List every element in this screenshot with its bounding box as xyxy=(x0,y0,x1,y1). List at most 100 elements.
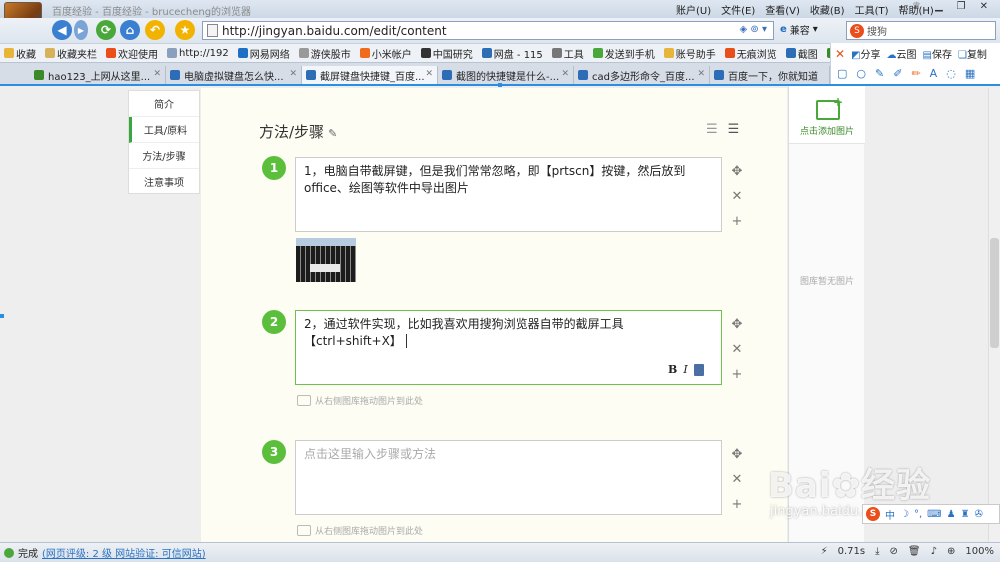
block-icon[interactable]: ⊘ xyxy=(890,546,898,557)
tab[interactable]: hao123_上网从这里... ✕ xyxy=(30,66,166,84)
download-icon[interactable]: ⤓ xyxy=(875,546,879,557)
restore-button[interactable]: ❐ xyxy=(957,1,966,12)
delete-step-icon[interactable]: ✕ xyxy=(732,342,743,357)
favorite-star-button[interactable]: ★ xyxy=(175,20,195,40)
step-text-input[interactable]: 点击这里输入步骤或方法 xyxy=(295,440,722,515)
home-button[interactable]: ⌂ xyxy=(120,20,140,40)
add-step-icon[interactable]: + xyxy=(732,497,743,512)
trash-icon[interactable]: 🗑 xyxy=(908,546,921,557)
bookmark-item[interactable]: 收藏 xyxy=(4,46,36,61)
bookmark-incognito[interactable]: 无痕浏览 xyxy=(724,46,777,61)
nav-tools[interactable]: 工具/原料 xyxy=(129,117,199,143)
marker-icon[interactable]: ✏ xyxy=(911,67,920,80)
bookmark-item[interactable]: 网盘 - 115 xyxy=(481,46,543,61)
keyboard-icon[interactable]: ⌨ xyxy=(927,509,941,520)
move-icon[interactable]: ✥ xyxy=(732,164,743,179)
tab[interactable]: 电脑虚拟键盘怎么快... ✕ xyxy=(166,66,302,84)
share-button[interactable]: ◩分享 xyxy=(851,46,880,61)
menu-file[interactable]: 文件(E) xyxy=(721,2,755,17)
bookmark-item[interactable]: 欢迎使用 xyxy=(106,46,158,61)
compat-mode-button[interactable]: e 兼容 ▾ xyxy=(780,22,818,37)
add-image-button[interactable]: + 点击添加图片 xyxy=(789,86,865,144)
tab-active[interactable]: 截屏键盘快捷键_百度... ✕ xyxy=(302,66,438,84)
bullet-list-icon[interactable]: ☰ xyxy=(728,122,740,137)
refresh-button[interactable]: ⟳ xyxy=(96,20,116,40)
selection-handle[interactable] xyxy=(498,83,502,87)
bookmark-account-helper[interactable]: 账号助手 xyxy=(663,46,716,61)
skin-icon[interactable]: ♕ xyxy=(912,1,921,12)
search-box[interactable]: S 搜狗 xyxy=(846,21,996,40)
bold-button[interactable]: B xyxy=(668,363,677,376)
moon-icon[interactable]: ☽ xyxy=(900,509,909,520)
step-text-input[interactable]: 2，通过软件实现，比如我喜欢用搜狗浏览器自带的截屏工具【ctrl+shift+X… xyxy=(295,310,722,385)
back-button[interactable]: ◀ xyxy=(52,20,72,40)
menu-view[interactable]: 查看(V) xyxy=(765,2,800,17)
undo-close-button[interactable]: ↶ xyxy=(145,20,165,40)
nav-intro[interactable]: 简介 xyxy=(129,91,199,117)
bookmark-item[interactable]: 游侠股市 xyxy=(298,46,351,61)
chinese-mode-icon[interactable]: 中 xyxy=(885,507,895,522)
move-icon[interactable]: ✥ xyxy=(732,447,743,462)
bookmark-screenshot[interactable]: 截图 xyxy=(785,46,818,61)
sogou-ime-icon[interactable]: S xyxy=(866,507,880,521)
edit-pen-icon[interactable]: ✎ xyxy=(328,127,337,140)
step-text-input[interactable]: 1，电脑自带截屏键，但是我们常常忽略，即【prtscn】按键，然后放到offic… xyxy=(295,157,722,232)
forward-button[interactable]: ▶ xyxy=(74,20,88,40)
menu-tools[interactable]: 工具(T) xyxy=(855,2,889,17)
address-bar[interactable]: http://jingyan.baidu.com/edit/content ◈ … xyxy=(202,21,774,40)
tab[interactable]: 百度一下，你就知道 xyxy=(710,66,830,84)
rectangle-icon[interactable]: ▢ xyxy=(837,67,847,80)
bookmark-tools[interactable]: 工具 xyxy=(551,46,584,61)
selection-handle[interactable] xyxy=(0,314,4,318)
menu-account[interactable]: 账户(U) xyxy=(676,2,711,17)
bookmark-item[interactable]: 收藏夹栏 xyxy=(45,46,97,61)
mosaic-icon[interactable]: ▦ xyxy=(965,67,975,80)
close-tab-icon[interactable]: ✕ xyxy=(697,69,705,79)
step-image-thumbnail[interactable] xyxy=(296,238,356,282)
italic-button[interactable]: I xyxy=(683,363,687,376)
add-step-icon[interactable]: + xyxy=(732,214,743,229)
bookmark-item[interactable]: http://192 xyxy=(167,48,229,59)
bookmark-send-phone[interactable]: 发送到手机 xyxy=(592,46,655,61)
circle-icon[interactable]: ○ xyxy=(856,67,866,80)
skin-shirt-icon[interactable]: ♜ xyxy=(961,509,970,520)
speaker-icon[interactable]: ♪ xyxy=(931,546,937,557)
zoom-icon[interactable]: ⊕ xyxy=(947,546,955,557)
nav-notes[interactable]: 注意事项 xyxy=(129,169,199,195)
close-tab-icon[interactable]: ✕ xyxy=(425,69,433,79)
wrench-icon[interactable]: ✇ xyxy=(975,509,983,520)
cloud-button[interactable]: ☁云图 xyxy=(887,46,917,61)
nav-steps[interactable]: 方法/步骤 xyxy=(129,143,199,169)
numbered-list-icon[interactable]: ☰ xyxy=(706,122,718,137)
tab[interactable]: cad多边形命令_百度... ✕ xyxy=(574,66,710,84)
close-tab-icon[interactable]: ✕ xyxy=(289,69,297,79)
bubble-icon[interactable]: ◌ xyxy=(946,67,956,80)
move-icon[interactable]: ✥ xyxy=(732,317,743,332)
zoom-level[interactable]: 100% xyxy=(965,546,994,557)
vertical-scrollbar[interactable] xyxy=(988,88,1000,544)
save-button[interactable]: ▤保存 xyxy=(923,46,952,61)
bookmark-item[interactable]: 小米帐户 xyxy=(359,46,412,61)
close-icon[interactable]: ✕ xyxy=(835,47,845,61)
tab[interactable]: 截图的快捷键是什么-... ✕ xyxy=(438,66,574,84)
close-tab-icon[interactable]: ✕ xyxy=(153,69,161,79)
address-tools-icon[interactable]: ◈ ⊚ ▾ xyxy=(740,24,767,35)
scrollbar-thumb[interactable] xyxy=(990,238,999,348)
close-window-button[interactable]: ✕ xyxy=(980,1,988,12)
menu-favorites[interactable]: 收藏(B) xyxy=(810,2,845,17)
site-rating-link[interactable]: (网页评级: 2 级 网站验证: 可信网站) xyxy=(42,545,206,560)
delete-step-icon[interactable]: ✕ xyxy=(732,189,743,204)
delete-step-icon[interactable]: ✕ xyxy=(732,472,743,487)
pen-icon[interactable]: ✎ xyxy=(875,67,884,80)
bookmark-item[interactable]: 中国研究 xyxy=(420,46,473,61)
bookmark-item[interactable]: 网易网络 xyxy=(237,46,290,61)
copy-button[interactable]: ❏复制 xyxy=(958,46,987,61)
text-icon[interactable]: A xyxy=(930,67,938,80)
punctuation-icon[interactable]: °, xyxy=(914,509,922,520)
user-icon[interactable]: ♟ xyxy=(947,509,956,520)
save-draft-icon[interactable] xyxy=(693,363,704,376)
close-tab-icon[interactable]: ✕ xyxy=(561,69,569,79)
brush-icon[interactable]: ✐ xyxy=(893,67,902,80)
add-step-icon[interactable]: + xyxy=(732,367,743,382)
minimize-button[interactable]: ▁ xyxy=(935,1,943,12)
